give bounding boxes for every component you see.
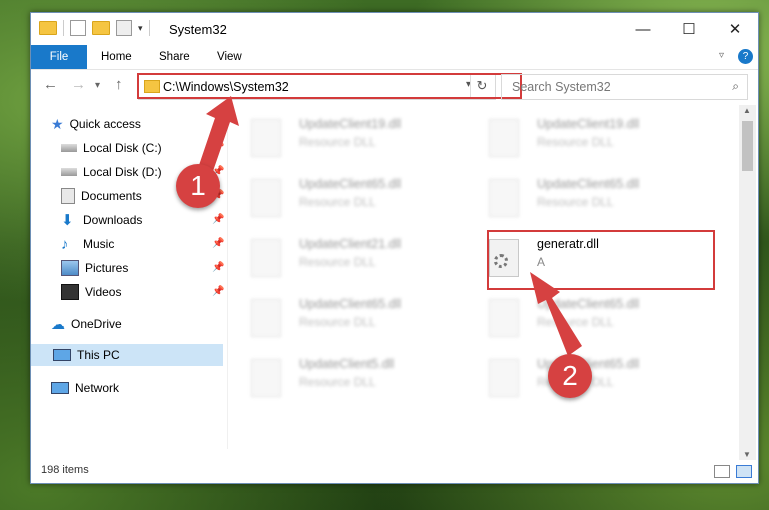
annotation-arrows [196,96,582,356]
step-badge-1: 1 [176,164,220,208]
arrow-1 [196,96,239,174]
step-badge-2: 2 [548,354,592,398]
arrow-2 [530,272,582,356]
